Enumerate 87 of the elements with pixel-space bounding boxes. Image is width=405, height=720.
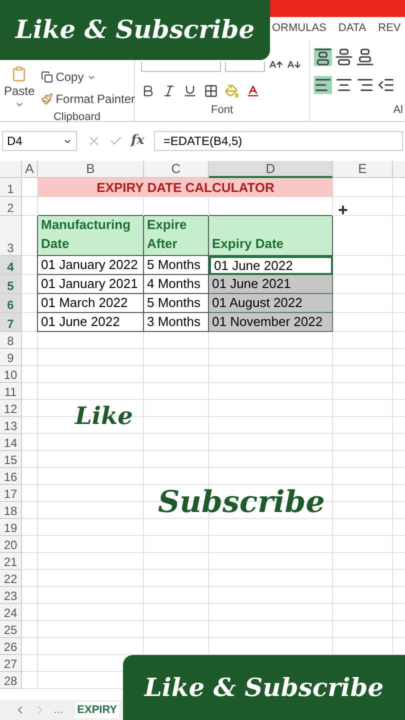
row-number[interactable]: 28 [0,672,22,689]
paste-button[interactable]: Paste [4,62,35,109]
row-number[interactable]: 1 [0,178,22,197]
row-number[interactable]: 11 [0,383,22,400]
copy-icon[interactable] [40,71,53,83]
caret-icon[interactable] [14,100,24,109]
middle-align-icon[interactable] [335,48,353,66]
table-cell: 3 Months [144,313,209,332]
cross-cursor-icon [337,204,349,216]
decrease-indent-icon[interactable] [377,76,395,94]
group-label: Font [210,102,234,118]
row-number[interactable]: 14 [0,434,22,451]
row-number[interactable]: 23 [0,587,22,604]
row-number[interactable]: 12 [0,400,22,417]
table-cell: 5 Months [144,256,209,275]
top-banner: Like & Subscribe [0,0,270,60]
font-color-icon[interactable] [246,84,260,98]
bold-icon[interactable] [141,84,155,98]
align-left-icon[interactable] [314,76,332,94]
table-cell: 01 January 2021 [38,275,144,294]
row-number[interactable]: 10 [0,366,22,383]
align-right-icon[interactable] [356,76,374,94]
format-painter-button[interactable]: Format Painter [40,90,136,108]
table-cell: 01 January 2022 [38,256,144,275]
ribbon-tab[interactable]: REV [378,20,401,37]
table-cell: 4 Months [144,275,209,294]
table-cell: 01 June 2022 [38,313,144,332]
row-number[interactable]: 15 [0,451,22,468]
formula-field[interactable]: =EDATE(B4,5) [154,131,403,151]
row-number[interactable]: 16 [0,468,22,485]
header-cell: Expiry Date [209,216,333,256]
like-overlay-text: Like [75,400,133,432]
fill-color-icon[interactable] [225,84,239,98]
underline-icon[interactable] [183,84,197,98]
align-center-icon[interactable] [335,76,353,94]
row-number[interactable]: 5 [0,275,22,294]
bottom-align-icon[interactable] [356,48,374,66]
font-name-field[interactable] [141,62,221,72]
column-header[interactable]: A [22,161,38,178]
font-size-field[interactable] [225,62,265,72]
row-number[interactable]: 17 [0,485,22,502]
header-cell: Manufacturing Date [38,216,144,256]
table-cell: 01 June 2021 [209,275,333,294]
row-number[interactable]: 9 [0,349,22,366]
paintbrush-icon[interactable] [40,93,53,105]
row-number[interactable]: 3 [0,216,22,256]
row-number[interactable]: 24 [0,604,22,621]
column-header[interactable]: B [38,161,144,178]
top-align-icon[interactable] [314,48,332,66]
group-label: Al [392,102,404,118]
row-number[interactable]: 25 [0,621,22,638]
table-cell: 01 November 2022 [209,313,333,332]
title-cell: EXPIRY DATE CALCULATOR [38,178,333,197]
row-number[interactable]: 2 [0,197,22,216]
header-cell: Expire After [144,216,209,256]
row-number[interactable]: 8 [0,332,22,349]
table-cell: 5 Months [144,294,209,313]
sheet-tab[interactable]: EXPIRY [75,702,120,718]
row-number[interactable]: 21 [0,553,22,570]
function-button[interactable]: fx [131,131,144,151]
table-cell: 01 March 2022 [38,294,144,313]
group-label: Clipboard [52,110,102,125]
italic-icon[interactable] [162,84,176,98]
borders-icon[interactable] [204,84,218,98]
more-sheets-button[interactable]: ... [54,702,64,718]
row-number[interactable]: 6 [0,294,22,313]
ribbon-tab[interactable]: DATA [338,20,366,37]
row-number[interactable]: 20 [0,536,22,553]
copy-button[interactable]: Copy [40,68,136,86]
name-box[interactable]: D4 [2,131,77,151]
row-number[interactable]: 18 [0,502,22,519]
bottom-banner: Like & Subscribe [123,655,405,720]
row-number[interactable]: 27 [0,655,22,672]
row-number[interactable]: 22 [0,570,22,587]
column-header[interactable]: C [144,161,209,178]
row-number[interactable]: 13 [0,417,22,434]
table-cell: 01 August 2022 [209,294,333,313]
row-number[interactable]: 4 [0,256,22,275]
subscribe-overlay-text: Subscribe [158,484,325,522]
column-header[interactable]: E [333,161,393,178]
row-number[interactable]: 26 [0,638,22,655]
column-header[interactable]: D [209,161,333,178]
table-cell: 01 June 2022 [209,256,333,275]
row-number[interactable]: 19 [0,519,22,536]
ribbon-tab[interactable]: ORMULAS [272,20,326,37]
row-number[interactable]: 7 [0,313,22,332]
clipboard-icon[interactable] [11,66,28,82]
